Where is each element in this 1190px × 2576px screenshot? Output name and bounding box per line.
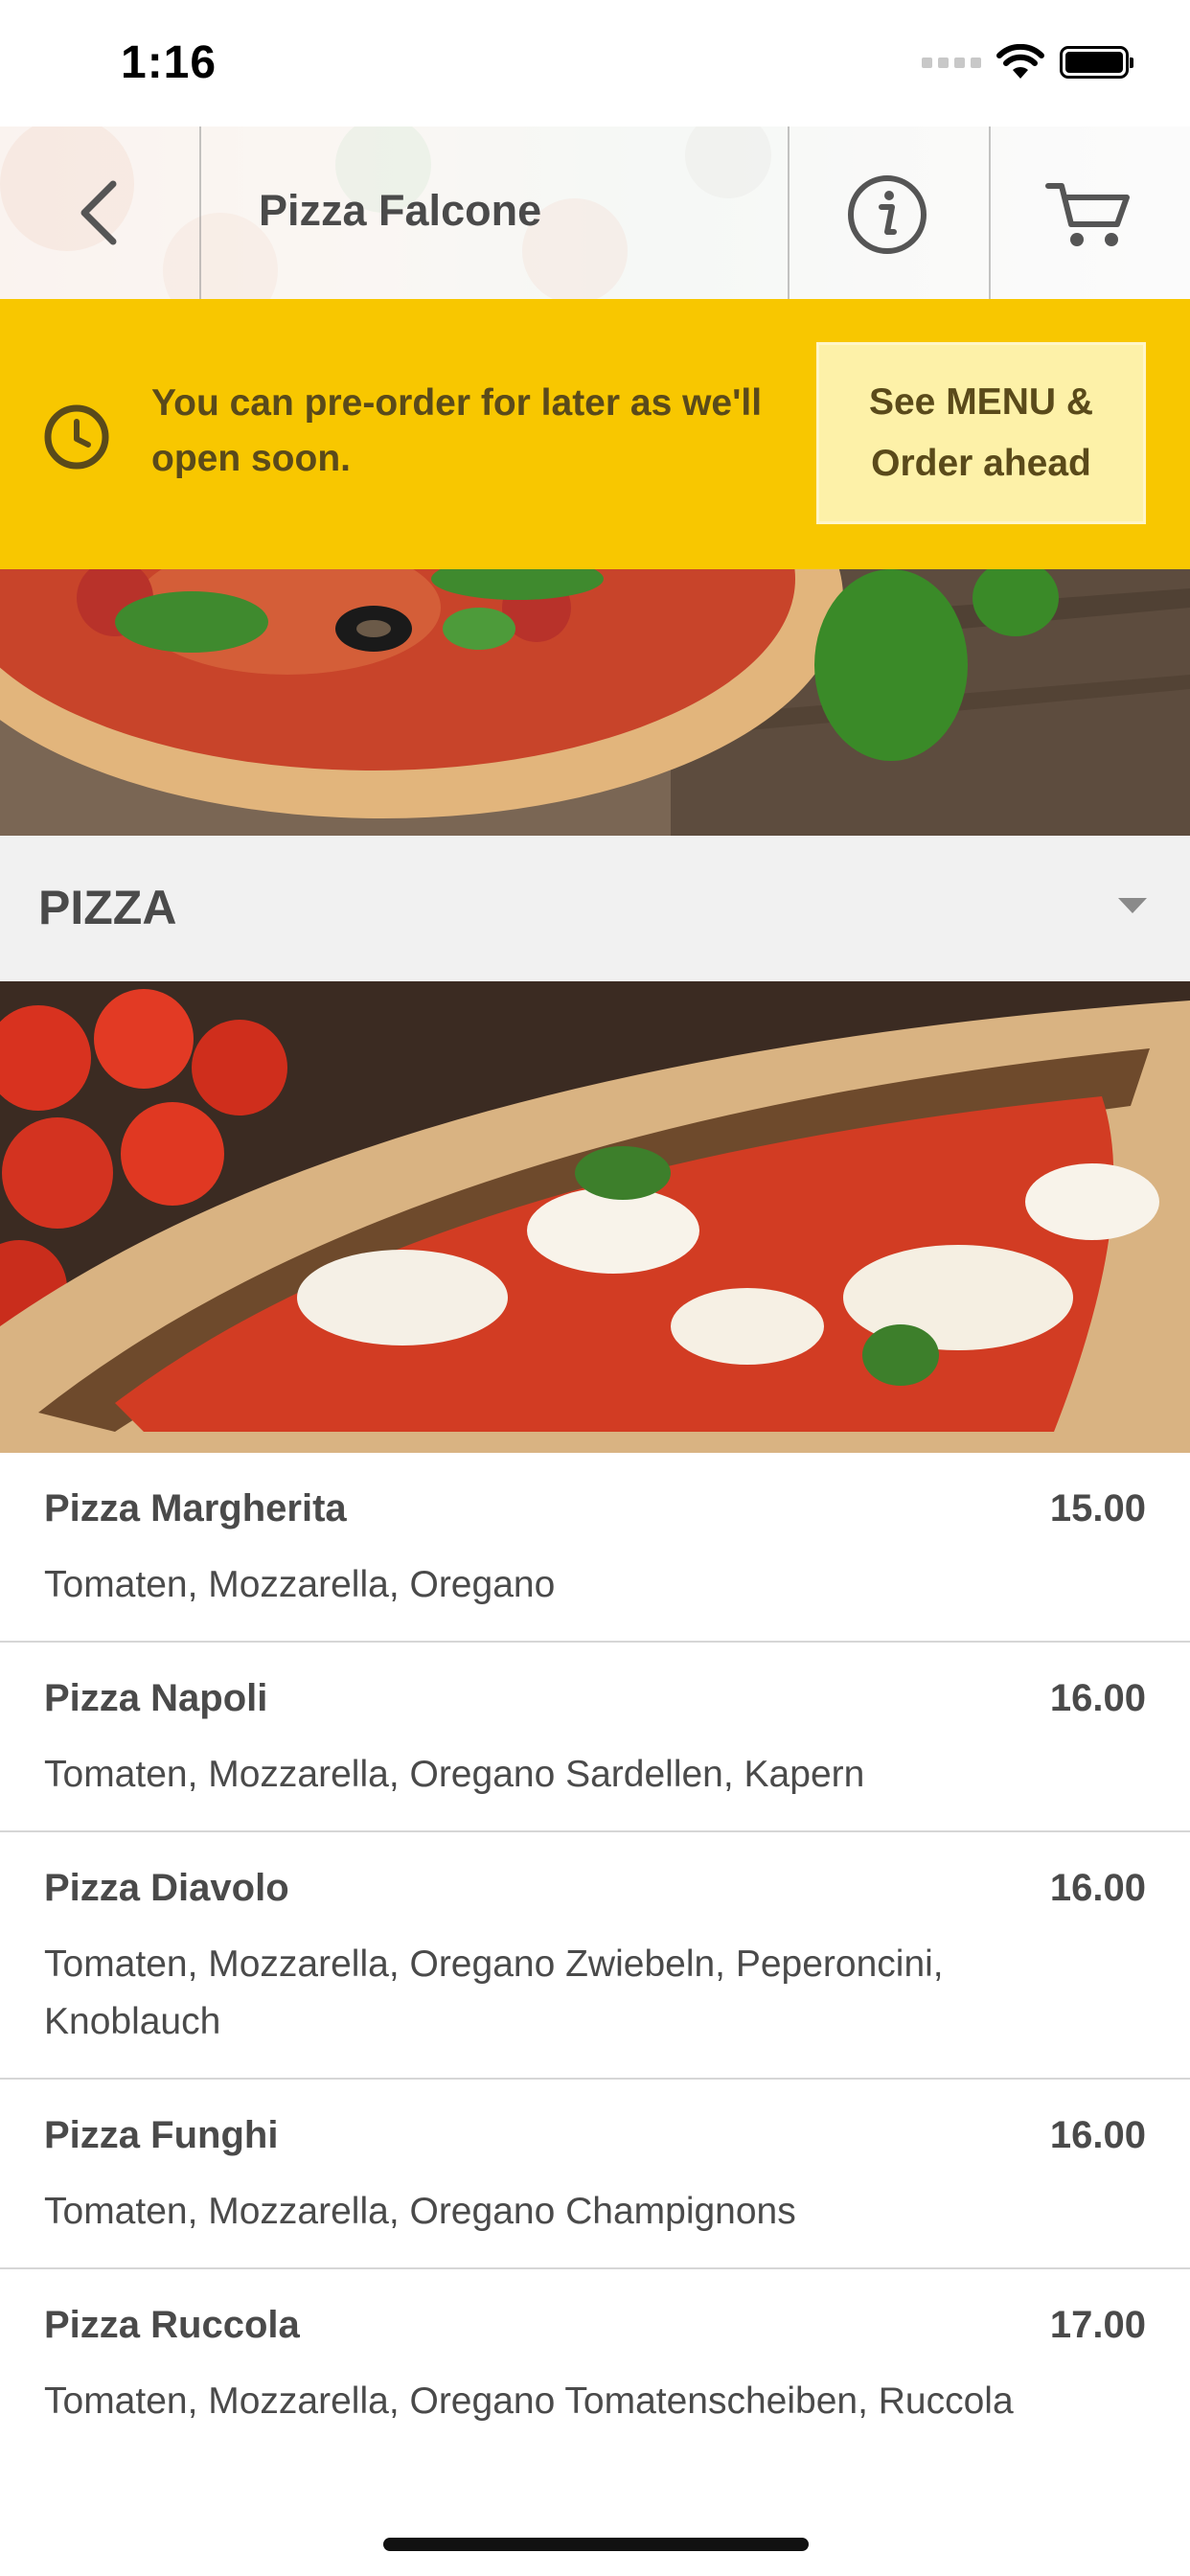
- navbar-veil: [0, 126, 1190, 299]
- menu-item[interactable]: Pizza Diavolo 16.00 Tomaten, Mozzarella,…: [0, 1832, 1190, 2080]
- item-description: Tomaten, Mozzarella, Oregano Champignons: [44, 2191, 796, 2232]
- see-menu-order-ahead-button[interactable]: See MENU & Order ahead: [816, 342, 1146, 524]
- item-description: Tomaten, Mozzarella, Oregano Sardellen, …: [44, 1754, 865, 1795]
- item-price: 16.00: [1049, 1867, 1146, 1909]
- status-bar: 1:16: [0, 0, 1190, 126]
- menu-item-list: Pizza Margherita 15.00 Tomaten, Mozzarel…: [0, 1453, 1190, 2517]
- cart-icon: [1045, 183, 1130, 246]
- item-name: Pizza Ruccola: [44, 2304, 300, 2346]
- restaurant-title: Pizza Falcone: [259, 186, 542, 235]
- item-name: Pizza Funghi: [44, 2114, 279, 2156]
- cart-button[interactable]: [1044, 176, 1133, 253]
- item-price: 16.00: [1049, 2114, 1146, 2156]
- menu-item[interactable]: Pizza Funghi 16.00 Tomaten, Mozzarella, …: [0, 2080, 1190, 2269]
- category-title: PIZZA: [38, 881, 177, 934]
- preorder-message: You can pre-order for later as we'll ope…: [151, 382, 763, 479]
- pizza-category-image: [0, 981, 1190, 1453]
- back-button[interactable]: [67, 176, 134, 249]
- info-icon: [848, 175, 927, 254]
- item-price: 16.00: [1049, 1677, 1146, 1719]
- item-description: Tomaten, Mozzarella, Oregano Zwiebeln, P…: [44, 1944, 944, 2042]
- item-price: 17.00: [1049, 2304, 1146, 2346]
- battery-icon: [1060, 46, 1133, 79]
- wifi-icon: [996, 44, 1044, 79]
- pizza-hero-illustration: [0, 569, 1190, 836]
- back-chevron-icon: [80, 180, 117, 245]
- status-time: 1:16: [121, 37, 217, 88]
- menu-item[interactable]: Pizza Ruccola 17.00 Tomaten, Mozzarella,…: [0, 2269, 1190, 2517]
- item-name: Pizza Napoli: [44, 1677, 268, 1719]
- menu-item[interactable]: Pizza Margherita 15.00 Tomaten, Mozzarel…: [0, 1453, 1190, 1643]
- button-label-line2: Order ahead: [871, 443, 1091, 484]
- nav-divider: [199, 126, 201, 299]
- cellular-signal-icon: [922, 57, 981, 68]
- navigation-bar: Pizza Falcone: [0, 126, 1190, 299]
- status-icons: [922, 44, 1133, 80]
- item-description: Tomaten, Mozzarella, Oregano Tomatensche…: [44, 2380, 1014, 2422]
- restaurant-hero-image: [0, 569, 1190, 836]
- pizza-slices-illustration: [0, 981, 1190, 1453]
- item-name: Pizza Diavolo: [44, 1867, 289, 1909]
- item-price: 15.00: [1049, 1487, 1146, 1530]
- item-description: Tomaten, Mozzarella, Oregano: [44, 1564, 556, 1605]
- category-header-pizza[interactable]: PIZZA: [0, 836, 1190, 981]
- clock-icon: [44, 404, 109, 470]
- info-button[interactable]: [847, 174, 927, 255]
- menu-item[interactable]: Pizza Napoli 16.00 Tomaten, Mozzarella, …: [0, 1643, 1190, 1832]
- item-name: Pizza Margherita: [44, 1487, 347, 1530]
- dropdown-caret-icon: [1118, 898, 1147, 913]
- nav-divider: [989, 126, 991, 299]
- home-indicator: [383, 2538, 809, 2551]
- nav-divider: [788, 126, 790, 299]
- button-label-line1: See MENU &: [868, 381, 1094, 423]
